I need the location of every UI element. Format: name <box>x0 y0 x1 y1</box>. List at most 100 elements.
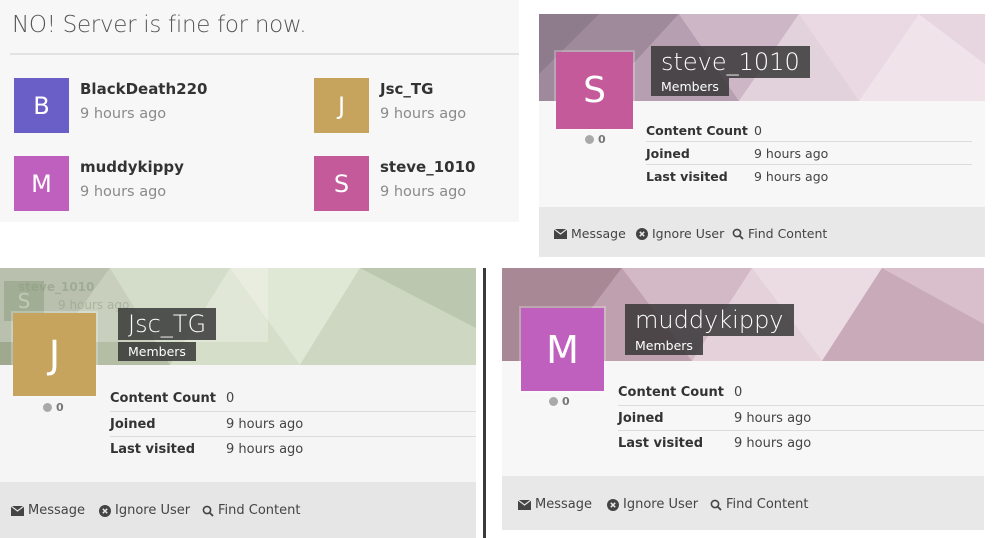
member-item-muddykippy[interactable]: M muddykippy 9 hours ago <box>14 156 244 211</box>
profile-name[interactable]: steve_1010 <box>651 46 810 78</box>
reputation-badge: 0 <box>549 395 570 408</box>
search-icon <box>710 499 722 511</box>
stat-value: 0 <box>734 385 743 400</box>
screenshot-separator <box>483 268 486 538</box>
ignore-user-label: Ignore User <box>652 226 725 241</box>
member-name[interactable]: muddykippy <box>80 158 184 176</box>
member-name[interactable]: Jsc_TG <box>380 80 433 98</box>
stat-value: 9 hours ago <box>754 146 829 161</box>
stat-label: Last visited <box>110 442 195 457</box>
search-icon <box>202 505 214 517</box>
reputation-dot-icon <box>549 397 558 406</box>
member-name[interactable]: steve_1010 <box>380 158 475 176</box>
stat-label: Last visited <box>646 169 728 184</box>
stat-label: Content Count <box>618 385 724 400</box>
ignore-user-label: Ignore User <box>623 497 699 512</box>
message-label: Message <box>28 503 85 518</box>
profile-avatar[interactable]: J <box>13 313 96 396</box>
message-button[interactable]: Message <box>518 497 592 512</box>
profile-group: Members <box>118 342 196 361</box>
stat-row-joined: Joined 9 hours ago <box>646 142 972 165</box>
x-circle-icon <box>607 498 619 511</box>
stat-row-content-count: Content Count 0 <box>646 118 972 142</box>
member-time: 9 hours ago <box>80 106 167 122</box>
find-content-button[interactable]: Find Content <box>732 226 827 241</box>
member-time: 9 hours ago <box>80 184 167 200</box>
reputation-count: 0 <box>56 401 64 414</box>
member-time: 9 hours ago <box>380 184 467 200</box>
reputation-badge: 0 <box>43 401 64 414</box>
profile-group: Members <box>625 336 703 355</box>
stat-row-content-count: Content Count 0 <box>618 380 984 406</box>
stat-value: 0 <box>754 123 762 138</box>
profile-actions: Message Ignore User Find Content <box>502 476 984 530</box>
stat-label: Joined <box>646 146 690 161</box>
stat-row-last-visited: Last visited 9 hours ago <box>618 431 984 456</box>
ignore-user-button[interactable]: Ignore User <box>636 226 724 241</box>
profile-name[interactable]: muddykippy <box>625 304 794 336</box>
stat-value: 9 hours ago <box>734 436 812 451</box>
reputation-dot-icon <box>43 403 52 412</box>
message-label: Message <box>535 497 592 512</box>
find-content-button[interactable]: Find Content <box>710 497 808 512</box>
find-content-button[interactable]: Find Content <box>202 503 300 518</box>
profile-stats: Content Count 0 Joined 9 hours ago Last … <box>646 118 972 188</box>
message-label: Message <box>571 226 626 241</box>
search-icon <box>732 228 744 240</box>
profile-card-steve: S steve_1010 Members 0 Content Count 0 J… <box>539 14 985 257</box>
members-list-panel: NO! Server is fine for now. B BlackDeath… <box>0 0 519 222</box>
reputation-count: 0 <box>562 395 570 408</box>
list-title: NO! Server is fine for now. <box>12 12 307 38</box>
stat-value: 9 hours ago <box>226 417 304 432</box>
stat-value: 0 <box>226 391 235 406</box>
stat-row-last-visited: Last visited 9 hours ago <box>110 437 476 462</box>
profile-stats: Content Count 0 Joined 9 hours ago Last … <box>110 386 476 462</box>
stat-value: 9 hours ago <box>734 411 812 426</box>
member-item-blackdeath220[interactable]: B BlackDeath220 9 hours ago <box>14 78 244 133</box>
stat-label: Last visited <box>618 436 703 451</box>
envelope-icon <box>554 228 567 239</box>
find-content-label: Find Content <box>726 497 809 512</box>
envelope-icon <box>518 499 531 510</box>
stat-row-content-count: Content Count 0 <box>110 386 476 412</box>
message-button[interactable]: Message <box>11 503 85 518</box>
profile-actions: Message Ignore User Find Content <box>539 207 985 257</box>
stat-row-joined: Joined 9 hours ago <box>110 412 476 437</box>
stat-row-last-visited: Last visited 9 hours ago <box>646 165 972 188</box>
profile-avatar[interactable]: M <box>521 308 604 391</box>
profile-actions: Message Ignore User Find Content <box>0 482 476 538</box>
stat-row-joined: Joined 9 hours ago <box>618 406 984 431</box>
profile-card-muddy: M muddykippy Members 0 Content Count 0 J… <box>502 268 984 530</box>
stat-label: Joined <box>618 411 664 426</box>
message-button[interactable]: Message <box>554 226 626 241</box>
member-name[interactable]: BlackDeath220 <box>80 80 207 98</box>
find-content-label: Find Content <box>218 503 301 518</box>
stat-value: 9 hours ago <box>226 442 304 457</box>
member-item-jsc-tg[interactable]: J Jsc_TG 9 hours ago <box>314 78 544 133</box>
divider <box>10 53 519 55</box>
profile-card-jsc: steve_1010 9 hours ago S J Jsc_TG Member… <box>0 268 476 538</box>
avatar[interactable]: J <box>314 78 369 133</box>
profile-stats: Content Count 0 Joined 9 hours ago Last … <box>618 380 984 456</box>
member-item-steve-1010[interactable]: S steve_1010 9 hours ago <box>314 156 544 211</box>
avatar[interactable]: S <box>314 156 369 211</box>
x-circle-icon <box>99 504 111 517</box>
stat-label: Joined <box>110 417 156 432</box>
envelope-icon <box>11 505 24 516</box>
find-content-label: Find Content <box>748 226 828 241</box>
ignore-user-label: Ignore User <box>115 503 191 518</box>
profile-name[interactable]: Jsc_TG <box>118 308 217 340</box>
profile-avatar[interactable]: S <box>556 52 633 129</box>
stat-label: Content Count <box>110 391 216 406</box>
avatar[interactable]: B <box>14 78 69 133</box>
member-time: 9 hours ago <box>380 106 467 122</box>
profile-group: Members <box>651 78 729 96</box>
reputation-dot-icon <box>585 135 594 144</box>
stat-label: Content Count <box>646 123 748 138</box>
reputation-count: 0 <box>598 133 606 146</box>
ignore-user-button[interactable]: Ignore User <box>607 497 698 512</box>
reputation-badge: 0 <box>585 133 606 146</box>
avatar[interactable]: M <box>14 156 69 211</box>
ignore-user-button[interactable]: Ignore User <box>99 503 190 518</box>
stat-value: 9 hours ago <box>754 169 829 184</box>
